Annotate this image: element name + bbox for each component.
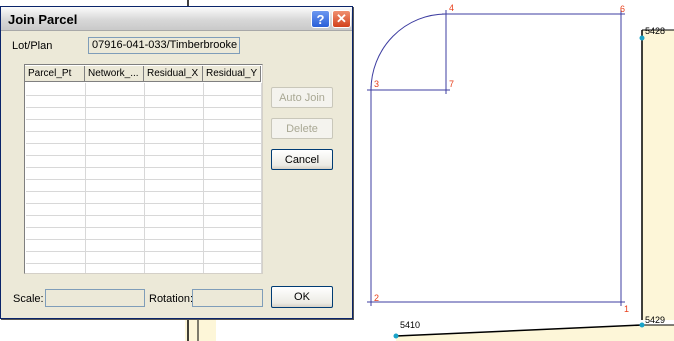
join-parcel-dialog[interactable]: Join Parcel ? ✕ Lot/Plan 07916-041-033/T… — [0, 6, 353, 319]
dialog-titlebar[interactable]: Join Parcel ? ✕ — [1, 7, 352, 31]
join-parcel-outline[interactable] — [370, 13, 622, 303]
rotation-field[interactable] — [192, 289, 263, 307]
join-points-grid[interactable]: Parcel_Pt Network_... Residual_X Residua… — [24, 64, 263, 274]
background-parcel-area — [185, 319, 216, 341]
lot-plan-label: Lot/Plan — [12, 40, 53, 52]
parcel-label-5428: 5428 — [645, 26, 665, 36]
question-mark-icon: ? — [316, 11, 325, 27]
point-label-6: 6 — [620, 4, 625, 14]
ok-button[interactable]: OK — [271, 286, 333, 308]
auto-join-button[interactable]: Auto Join — [271, 87, 333, 108]
cancel-button[interactable]: Cancel — [271, 149, 333, 170]
grid-cell[interactable] — [204, 263, 262, 273]
lot-plan-field[interactable]: 07916-041-033/Timberbrooke — [88, 37, 240, 54]
column-header-parcel-pt[interactable]: Parcel_Pt — [25, 66, 85, 82]
parcel-boundary-line — [370, 13, 622, 303]
column-header-residual-x[interactable]: Residual_X — [144, 66, 203, 82]
point-label-2: 2 — [374, 293, 379, 303]
dialog-title: Join Parcel — [8, 12, 78, 27]
grid-header: Parcel_Pt Network_... Residual_X Residua… — [25, 66, 261, 82]
delete-button[interactable]: Delete — [271, 118, 333, 139]
close-icon: ✕ — [336, 11, 347, 26]
vertex-point[interactable] — [393, 333, 399, 339]
grid-cell[interactable] — [26, 263, 86, 273]
help-button[interactable]: ? — [311, 10, 330, 28]
parcel-5410-area[interactable] — [396, 325, 674, 341]
point-label-1: 1 — [624, 304, 629, 314]
grid-cell[interactable] — [145, 263, 204, 273]
column-header-network[interactable]: Network_... — [85, 66, 144, 82]
vertex-point[interactable] — [639, 35, 645, 41]
scale-label: Scale: — [13, 293, 44, 305]
parcel-label-5429: 5429 — [645, 315, 665, 325]
point-label-4: 4 — [449, 3, 454, 13]
vertex-point[interactable] — [639, 322, 645, 328]
parcel-5428-area[interactable] — [642, 30, 674, 320]
column-header-residual-y[interactable]: Residual_Y — [203, 66, 261, 82]
rotation-label: Rotation: — [149, 293, 194, 305]
scale-field[interactable] — [45, 289, 145, 307]
vertex-markers — [367, 10, 625, 306]
point-label-7: 7 — [449, 79, 454, 89]
close-button[interactable]: ✕ — [332, 10, 351, 28]
grid-row[interactable] — [26, 263, 262, 273]
point-label-3: 3 — [374, 79, 379, 89]
parcel-label-5410: 5410 — [400, 320, 420, 330]
grid-cell[interactable] — [86, 263, 145, 273]
